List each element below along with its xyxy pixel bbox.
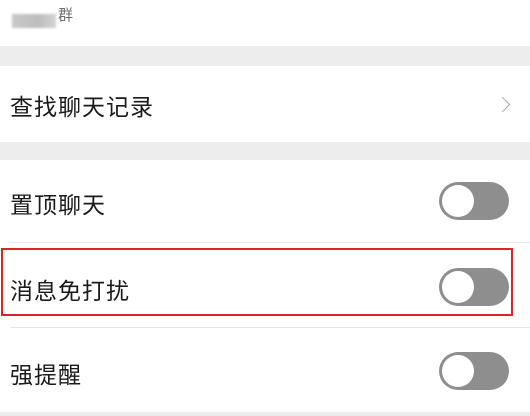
pin-chat-label: 置顶聊天	[10, 193, 106, 219]
strong-reminder-toggle[interactable]	[439, 352, 509, 390]
member-name-fragment: 群	[58, 6, 74, 24]
mute-notifications-toggle[interactable]	[439, 268, 509, 306]
mute-notifications-row: 消息免打扰	[0, 248, 530, 328]
divider	[10, 242, 530, 243]
pin-chat-row: 置顶聊天	[0, 160, 530, 243]
mute-notifications-label: 消息免打扰	[10, 279, 130, 305]
strong-reminder-label: 强提醒	[10, 363, 82, 389]
chevron-right-icon	[494, 96, 511, 113]
search-chat-history-row[interactable]: 查找聊天记录	[0, 66, 530, 142]
strong-reminder-row: 强提醒	[0, 328, 530, 412]
member-section: 群	[0, 0, 530, 46]
toggle-knob	[442, 355, 474, 387]
toggle-knob	[442, 185, 474, 217]
toggle-knob	[442, 271, 474, 303]
pin-chat-toggle[interactable]	[439, 182, 509, 220]
search-chat-history-label: 查找聊天记录	[10, 95, 154, 121]
blurred-avatar	[12, 14, 56, 28]
